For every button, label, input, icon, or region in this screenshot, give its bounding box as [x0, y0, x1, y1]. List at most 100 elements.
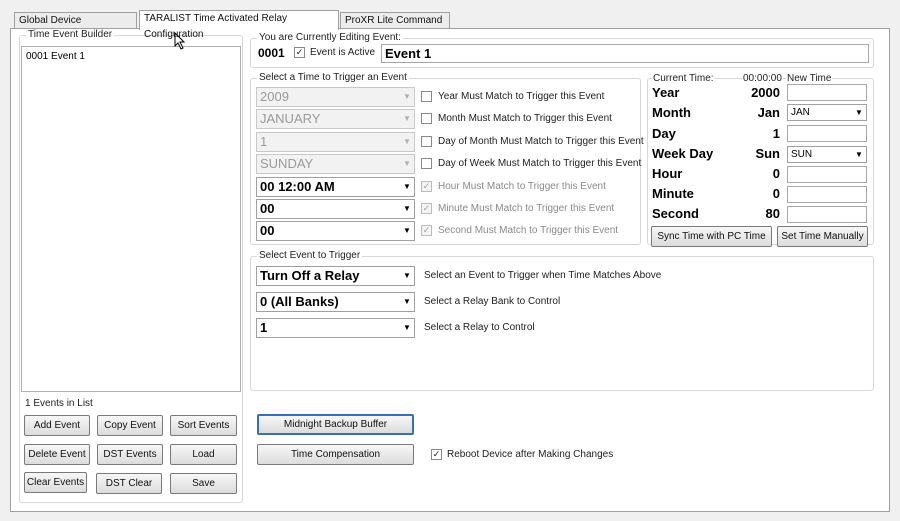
trigger-time-title: Select a Time to Trigger an Event [257, 72, 409, 84]
second-match-label: Second Must Match to Trigger this Event [438, 225, 619, 236]
tab-proxr-lite-command-set[interactable]: ProXR Lite Command Set [340, 12, 450, 42]
chevron-down-icon: ▼ [403, 323, 411, 332]
copy-event-button[interactable]: Copy Event [97, 415, 163, 436]
chevron-down-icon: ▼ [403, 204, 411, 213]
relay-bank-value: 0 (All Banks) [260, 294, 339, 309]
event-trigger-title: Select Event to Trigger [257, 250, 363, 262]
relay-select[interactable]: 1 ▼ [256, 318, 415, 338]
second-match-checkbox[interactable]: ✓ [421, 225, 432, 236]
editing-event-title: You are Currently Editing Event: [257, 32, 403, 44]
new-year-input[interactable] [787, 84, 867, 101]
event-type-value: Turn Off a Relay [260, 268, 360, 283]
chevron-down-icon: ▼ [403, 92, 411, 101]
hour-select[interactable]: 00 12:00 AM ▼ [256, 177, 415, 197]
midnight-backup-buffer-button[interactable]: Midnight Backup Buffer [257, 414, 414, 435]
clock-week-day-value: Sun [755, 146, 780, 161]
month-value: JANUARY [260, 111, 321, 126]
chevron-down-icon: ▼ [403, 226, 411, 235]
clock-day-label: Day [652, 126, 676, 141]
list-item[interactable]: 0001 Event 1 [26, 51, 85, 62]
new-month-select[interactable]: JAN ▼ [787, 104, 867, 121]
save-button[interactable]: Save [170, 473, 237, 494]
minute-value: 00 [260, 201, 275, 216]
chevron-down-icon: ▼ [403, 159, 411, 168]
month-match-checkbox[interactable] [421, 113, 432, 124]
time-event-builder-title: Time Event Builder [26, 29, 115, 41]
new-month-value: JAN [791, 107, 810, 118]
time-compensation-button[interactable]: Time Compensation [257, 444, 414, 465]
relay-bank-label: Select a Relay Bank to Control [424, 296, 561, 307]
set-time-manually-button[interactable]: Set Time Manually [777, 226, 868, 247]
event-type-label: Select an Event to Trigger when Time Mat… [424, 270, 662, 281]
hour-value: 00 12:00 AM [260, 179, 335, 194]
load-button[interactable]: Load [170, 444, 237, 465]
year-match-checkbox[interactable] [421, 91, 432, 102]
day-of-week-select[interactable]: SUNDAY ▼ [256, 154, 415, 174]
tab-taralist-configuration[interactable]: TARALIST Time Activated Relay Configurat… [139, 10, 339, 40]
new-hour-input[interactable] [787, 166, 867, 183]
hour-match-checkbox[interactable]: ✓ [421, 181, 432, 192]
relay-label: Select a Relay to Control [424, 322, 535, 333]
tab-global-device-configuration[interactable]: Global Device Configuration [14, 12, 137, 42]
clock-year-value: 2000 [751, 85, 780, 100]
event-list[interactable]: 0001 Event 1 [21, 46, 241, 392]
current-time-label: Current Time: [652, 73, 715, 85]
day-of-week-match-label: Day of Week Must Match to Trigger this E… [438, 158, 642, 169]
chevron-down-icon: ▼ [403, 271, 411, 280]
dst-events-button[interactable]: DST Events [97, 444, 163, 465]
chevron-down-icon: ▼ [403, 114, 411, 123]
relay-value: 1 [260, 320, 268, 335]
month-match-label: Month Must Match to Trigger this Event [438, 113, 612, 124]
chevron-down-icon: ▼ [855, 108, 863, 117]
event-name-input[interactable]: Event 1 [381, 44, 869, 63]
clock-day-value: 1 [772, 126, 780, 141]
clock-minute-label: Minute [652, 186, 694, 201]
current-time-value: 00:00:00 [742, 73, 783, 85]
day-of-week-value: SUNDAY [260, 156, 314, 171]
new-minute-input[interactable] [787, 186, 867, 203]
day-of-week-match-checkbox[interactable] [421, 158, 432, 169]
event-number: 0001 [258, 46, 285, 60]
minute-select[interactable]: 00 ▼ [256, 199, 415, 219]
year-value: 2009 [260, 89, 289, 104]
sync-time-button[interactable]: Sync Time with PC Time [651, 226, 772, 247]
event-count-label: 1 Events in List [25, 398, 93, 409]
new-week-day-select[interactable]: SUN ▼ [787, 146, 867, 163]
month-select[interactable]: JANUARY ▼ [256, 109, 415, 129]
minute-match-label: Minute Must Match to Trigger this Event [438, 203, 615, 214]
reboot-device-label: Reboot Device after Making Changes [447, 449, 614, 460]
clock-week-day-label: Week Day [652, 146, 714, 161]
clock-year-label: Year [652, 85, 680, 100]
clock-month-label: Month [652, 105, 691, 120]
relay-bank-select[interactable]: 0 (All Banks) ▼ [256, 292, 415, 312]
new-week-day-value: SUN [791, 149, 813, 160]
chevron-down-icon: ▼ [403, 297, 411, 306]
new-second-input[interactable] [787, 206, 867, 223]
reboot-device-checkbox[interactable]: ✓ [431, 449, 442, 460]
clock-hour-label: Hour [652, 166, 683, 181]
clock-month-value: Jan [757, 105, 780, 120]
clock-second-value: 80 [765, 206, 780, 221]
day-of-month-select[interactable]: 1 ▼ [256, 132, 415, 152]
year-select[interactable]: 2009 ▼ [256, 87, 415, 107]
second-value: 00 [260, 223, 275, 238]
dst-clear-button[interactable]: DST Clear [96, 473, 162, 494]
day-of-month-match-label: Day of Month Must Match to Trigger this … [438, 136, 644, 147]
new-day-input[interactable] [787, 125, 867, 142]
add-event-button[interactable]: Add Event [24, 415, 90, 436]
clock-second-label: Second [652, 206, 699, 221]
year-match-label: Year Must Match to Trigger this Event [438, 91, 605, 102]
event-active-checkbox[interactable]: ✓ [294, 47, 305, 58]
day-of-month-value: 1 [260, 134, 268, 149]
clock-minute-value: 0 [772, 186, 780, 201]
clock-hour-value: 0 [772, 166, 780, 181]
minute-match-checkbox[interactable]: ✓ [421, 203, 432, 214]
event-type-select[interactable]: Turn Off a Relay ▼ [256, 266, 415, 286]
sort-events-button[interactable]: Sort Events [170, 415, 237, 436]
second-select[interactable]: 00 ▼ [256, 221, 415, 241]
delete-event-button[interactable]: Delete Event [24, 444, 90, 465]
chevron-down-icon: ▼ [855, 150, 863, 159]
clear-events-button[interactable]: Clear Events [24, 472, 87, 493]
day-of-month-match-checkbox[interactable] [421, 136, 432, 147]
hour-match-label: Hour Must Match to Trigger this Event [438, 181, 606, 192]
